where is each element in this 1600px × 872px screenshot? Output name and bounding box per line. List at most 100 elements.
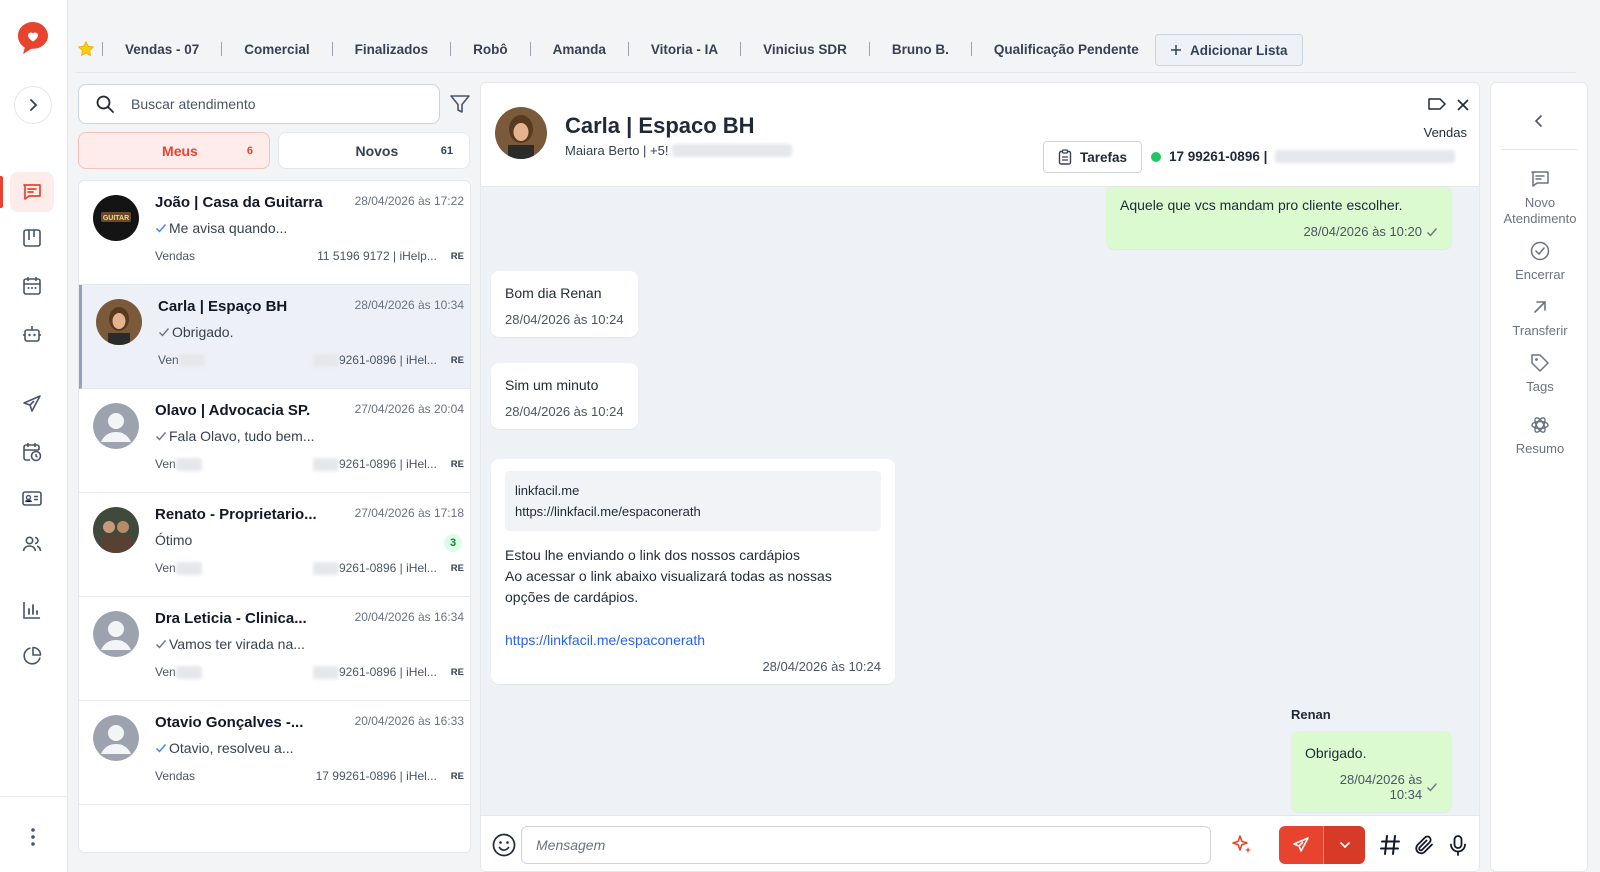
conversation-phone: 9261-0896 | iHel... — [312, 457, 437, 472]
message-outgoing: Aquele que vcs mandam pro cliente escolh… — [1106, 187, 1452, 249]
conversation-item-selected[interactable]: Carla | Espaço BH 28/04/2026 às 10:34 Ob… — [79, 285, 470, 389]
filter-button[interactable] — [448, 92, 472, 116]
attach-button[interactable] — [1411, 832, 1437, 858]
conversation-phone: 9261-0896 | iHel... — [312, 665, 437, 680]
message-incoming: Bom dia Renan 28/04/2026 às 10:24 — [491, 271, 638, 337]
tab-vendas-07[interactable]: Vendas - 07 — [103, 42, 221, 57]
tab-vinicius-sdr[interactable]: Vinicius SDR — [741, 42, 869, 57]
summary-action[interactable]: Resumo — [1491, 413, 1589, 457]
conversation-preview-text: Otavio, resolveu a... — [169, 740, 294, 756]
bar-chart-icon — [23, 602, 40, 619]
conversation-item[interactable]: Dra Leticia - Clinica... 20/04/2026 às 1… — [79, 597, 470, 701]
add-list-button[interactable]: Adicionar Lista — [1155, 34, 1303, 66]
tab-finalizados[interactable]: Finalizados — [333, 42, 451, 57]
tab-qualificacao-pendente[interactable]: Qualificação Pendente — [972, 42, 1161, 57]
conversation-queue: Ven — [155, 457, 313, 472]
close-ticket-action[interactable]: Encerrar — [1491, 239, 1589, 283]
conversation-item[interactable]: GUITAR João | Casa da Guitarra 28/04/202… — [79, 181, 470, 285]
search-icon — [96, 95, 114, 113]
tab-robo[interactable]: Robô — [451, 42, 530, 57]
search-input[interactable] — [131, 96, 411, 112]
send-options-button[interactable] — [1323, 826, 1365, 864]
send-icon — [1293, 837, 1309, 852]
send-button[interactable] — [1279, 826, 1323, 864]
conversation-name: Olavo | Advocacia SP. — [155, 402, 311, 419]
plus-icon — [1171, 45, 1181, 55]
calendar-icon — [23, 277, 41, 295]
conversation-tag: RE — [450, 458, 464, 470]
rail-bot[interactable] — [10, 314, 54, 354]
transfer-action[interactable]: Transferir — [1491, 295, 1589, 339]
segment-novos[interactable]: Novos 61 — [278, 132, 470, 169]
quick-replies-button[interactable] — [1377, 832, 1403, 858]
segment-meus-label: Meus — [162, 142, 198, 159]
conversation-queue: Ven — [155, 665, 313, 680]
rail-kanban[interactable] — [10, 218, 54, 258]
contact-avatar[interactable] — [495, 107, 547, 159]
message-timestamp: 28/04/2026 às 10:34 — [1305, 772, 1438, 802]
app-logo-icon[interactable] — [15, 20, 51, 56]
emoji-button[interactable] — [491, 832, 517, 858]
label-tag-icon[interactable] — [1427, 97, 1447, 116]
chat-panel: Carla | Espaco BH Maiara Berto | +5! Ven… — [480, 82, 1480, 872]
contact-name: Carla | Espaco BH — [565, 113, 755, 138]
new-ticket-action[interactable]: Novo Atendimento — [1491, 167, 1589, 227]
close-chat-icon[interactable] — [1457, 98, 1469, 116]
message-link[interactable]: https://linkfacil.me/espaconerath — [505, 632, 705, 648]
voice-button[interactable] — [1445, 832, 1471, 858]
message-timestamp: 28/04/2026 às 10:24 — [505, 312, 624, 327]
rail-campaigns[interactable] — [10, 384, 54, 424]
more-options-button[interactable] — [23, 825, 43, 849]
conversation-phone: 9261-0896 | iHel... — [312, 561, 437, 576]
new-ticket-label: Novo Atendimento — [1503, 195, 1577, 226]
actions-panel: Novo Atendimento Encerrar Transferir Tag… — [1490, 82, 1588, 872]
redacted-text — [312, 458, 339, 472]
conversation-item[interactable]: Olavo | Advocacia SP. 27/04/2026 às 20:0… — [79, 389, 470, 493]
tab-vitoria-ia[interactable]: Vitoria - IA — [629, 42, 740, 57]
message-input[interactable] — [521, 826, 1211, 864]
rail-contacts[interactable] — [10, 478, 54, 518]
contact-subtitle: Maiara Berto | +5! — [565, 143, 793, 158]
link-preview-card[interactable]: linkfacil.me https://linkfacil.me/espaco… — [505, 471, 881, 531]
avatar — [96, 299, 142, 345]
rail-calendar[interactable] — [10, 266, 54, 306]
favorite-star-icon[interactable] — [76, 39, 96, 59]
arrow-up-right-icon — [1534, 301, 1546, 313]
tab-amanda[interactable]: Amanda — [531, 42, 628, 57]
rail-dashboard[interactable] — [10, 636, 54, 676]
rail-reports[interactable] — [10, 590, 54, 630]
check-icon — [1427, 783, 1438, 792]
segment-meus[interactable]: Meus 6 — [78, 132, 270, 169]
conversation-meta: Ven 9261-0896 | iHel... RE — [155, 457, 464, 472]
message-sender: Renan — [1291, 707, 1331, 722]
conversation-item[interactable]: Otavio Gonçalves -... 20/04/2026 às 16:3… — [79, 701, 470, 805]
check-icon — [156, 224, 167, 233]
tags-action[interactable]: Tags — [1491, 351, 1589, 395]
redacted-text — [175, 666, 202, 680]
conversation-tag: RE — [450, 250, 464, 262]
connection-number: 17 99261-0896 | — [1169, 149, 1268, 164]
tab-bruno-b[interactable]: Bruno B. — [870, 42, 971, 57]
rail-schedule[interactable] — [10, 432, 54, 472]
collapse-panel-button[interactable] — [1529, 111, 1549, 131]
message-text: Obrigado. — [1305, 745, 1367, 761]
rail-chat[interactable] — [0, 172, 54, 212]
clipboard-icon — [1058, 149, 1072, 165]
pie-chart-icon — [23, 646, 42, 665]
segment-meus-count: 6 — [246, 144, 253, 157]
rail-users[interactable] — [10, 524, 54, 564]
conversation-item[interactable]: Renato - Proprietario... 27/04/2026 às 1… — [79, 493, 470, 597]
conversation-preview: Vamos ter virada na... — [155, 636, 305, 652]
conversation-phone: 11 5196 9172 | iHelp... — [317, 249, 437, 263]
tab-comercial[interactable]: Comercial — [222, 42, 331, 57]
tasks-button[interactable]: Tarefas — [1043, 141, 1143, 173]
expand-sidebar-button[interactable] — [14, 86, 52, 124]
ai-assist-button[interactable] — [1229, 832, 1255, 858]
conversation-time: 20/04/2026 às 16:34 — [354, 610, 464, 624]
conversation-time: 28/04/2026 às 10:34 — [354, 298, 464, 312]
openai-icon — [1531, 417, 1549, 433]
tags-label: Tags — [1526, 379, 1554, 394]
kanban-icon — [23, 229, 41, 247]
conversation-tag: RE — [450, 562, 464, 574]
calendar-clock-icon — [23, 443, 42, 462]
